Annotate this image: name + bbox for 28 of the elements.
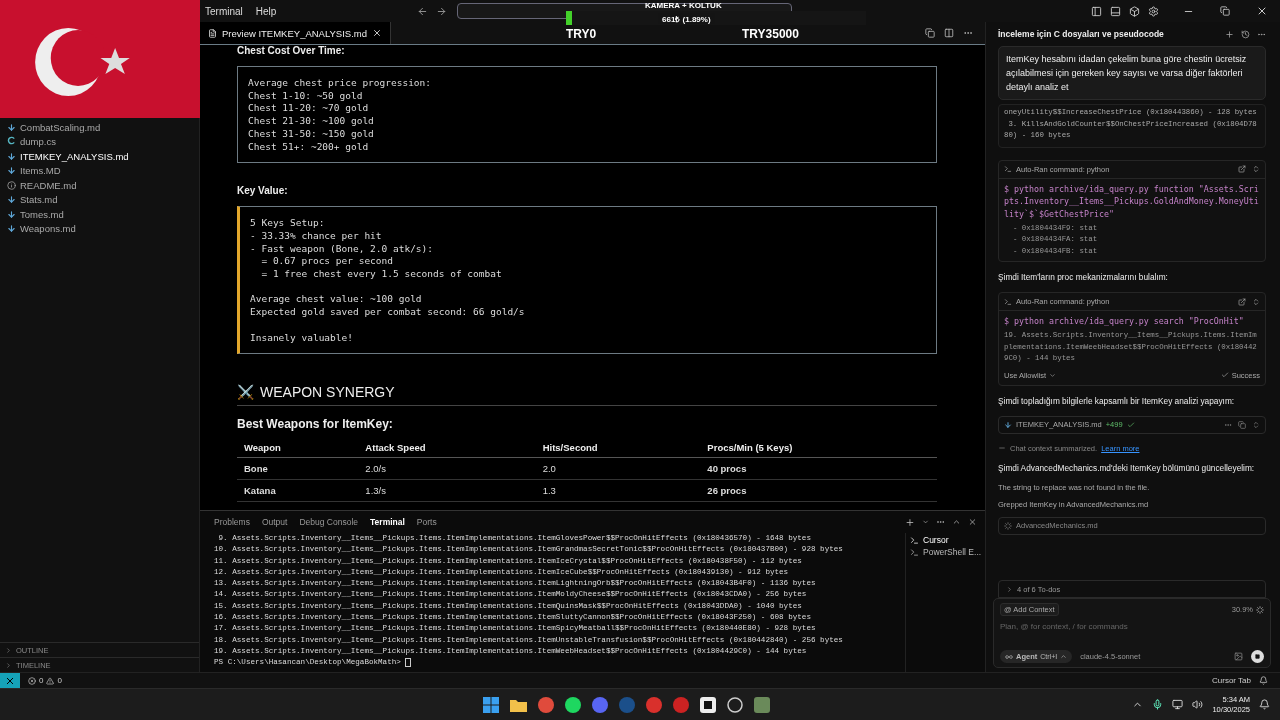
user-message: ItemKey hesabını idadan çekelim buna göre chestin ücretsiz açılabilmesi için gereken key sayısı ve varsa diğer faktörleri detaylı analiz et <box>998 46 1266 100</box>
table-cell: 1.3 <box>535 479 701 502</box>
section-heading: Key Value: <box>237 185 289 197</box>
section-heading: Chest Cost Over Time: <box>237 45 346 56</box>
table-cell: 1.3/s <box>358 479 536 502</box>
code-block: 5 Keys Setup: - 33.33% chance per hit - Fast weapon (Bone, 2.0 atk/s): = 0.67 procs per second = 1 free chest every 1.5 seconds of combat Average chest value: ~100 gold Expected gold saved per combat second: 66 gold/s Insanely valuable! <box>237 206 937 355</box>
goal-end-label: TRY35000 <box>742 27 799 41</box>
column-header: Weapon <box>237 438 359 458</box>
table-cell: 40 procs <box>700 457 937 480</box>
chat-message: Şimdi topladığım bilgilerle kapsamlı bir ItemKey analizi yapayım: <box>998 395 1236 406</box>
chat-title: İnceleme için C dosyaları ve pseudocode <box>998 29 1164 39</box>
table-cell: 2.0/s <box>358 457 536 480</box>
table-cell: Katana <box>237 479 359 502</box>
chat-message: Şimdi AdvancedMechanics.md'deki ItemKey bölümünü güncelleyelim: <box>998 462 1256 473</box>
table-cell: 2.0 <box>535 457 701 480</box>
command-text: $ python archive/ida_query.py function "Assets.Scripts.Inventory__Items__Pickups.GoldAndMoney.MoneyUtility`$`$GetChestPrice" <box>1003 182 1260 222</box>
table-cell: 26 procs <box>700 479 937 502</box>
column-header: Procs/Min (5 Keys) <box>700 438 937 458</box>
chat-message: Şimdi Item'ların proc mekanizmalarını bulalım: <box>998 272 1169 283</box>
column-header: Hits/Second <box>535 438 701 458</box>
section-title: ⚔ WEAPON SYNERGY <box>237 376 937 407</box>
subsection-heading: Best Weapons for ItemKey: <box>237 417 394 432</box>
goal-start-label: TRY0 <box>566 27 597 41</box>
code-block: Average chest price progression: Chest 1-10: ~50 gold Chest 11-20: ~70 gold Chest 21-30: ~100 gold Chest 31-50: ~150 gold Chest 51+: ~200+ gold <box>237 66 937 164</box>
overlay-title: KAMERA + KOLTUK <box>645 1 722 10</box>
table-cell: Bone <box>237 457 359 480</box>
command-text: $ python archive/ida_query.py search "ProcOnHit" <box>1003 315 1245 329</box>
column-header: Attack Speed <box>358 438 536 458</box>
